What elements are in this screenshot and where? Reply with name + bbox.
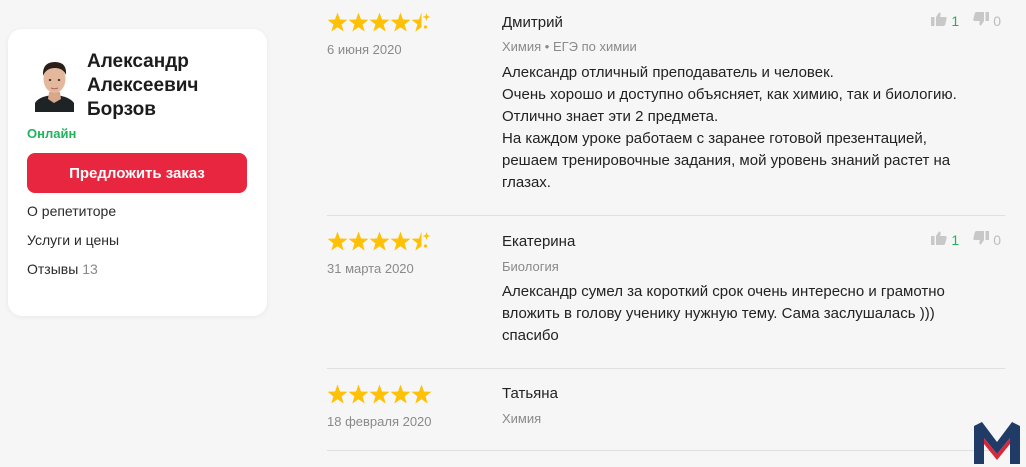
star-icon (369, 384, 390, 404)
star-icon (327, 384, 348, 404)
avatar[interactable] (31, 56, 78, 112)
menu-services[interactable]: Услуги и цены (27, 232, 119, 248)
sparkle-dot (423, 25, 428, 29)
review-date: 18 февраля 2020 (327, 414, 432, 429)
review-text-line: Александр сумел за короткий срок очень и… (502, 283, 945, 300)
star-icon (411, 384, 432, 404)
star-icon (390, 12, 411, 32)
menu-reviews[interactable]: Отзывы 13 (27, 261, 98, 277)
tutor-name: Александр Алексеевич Борзов (87, 50, 257, 122)
review-subject: Химия • ЕГЭ по химии (502, 39, 637, 54)
dislike-count: 0 (993, 231, 1001, 248)
review-subject: Химия (502, 411, 542, 426)
tutor-last-name: Борзов (87, 99, 156, 120)
review-author: Дмитрий (502, 14, 563, 31)
thumbs-up-icon (931, 231, 948, 248)
offer-order-button[interactable]: Предложить заказ (27, 153, 247, 193)
rating-stars (327, 231, 447, 253)
dislike-button[interactable]: 0 (973, 12, 1001, 29)
rating-stars (327, 12, 447, 34)
rating-stars (327, 384, 447, 406)
review-text-line: решаем тренировочные задания, мой уровен… (502, 152, 951, 169)
menu-about[interactable]: О репетиторе (27, 203, 116, 219)
star-icon (327, 231, 348, 251)
review-votes: 1 0 (931, 231, 1001, 248)
review-text-line: На каждом уроке работаем с заранее готов… (502, 130, 927, 147)
m-logo-icon (972, 420, 1022, 464)
thumbs-down-icon (973, 12, 990, 29)
star-icon (369, 231, 390, 251)
tutor-patronymic: Алексеевич (87, 75, 199, 96)
review-text-line: спасибо (502, 327, 559, 344)
star-icon (348, 12, 369, 32)
star-icon (348, 231, 369, 251)
star-icon (390, 231, 411, 251)
review-item: 18 февраля 2020 Татьяна Химия (327, 369, 1005, 451)
online-status: Онлайн (27, 126, 77, 141)
sparkle-dot (423, 244, 428, 248)
like-count: 1 (951, 231, 960, 248)
tutor-card: Александр Алексеевич Борзов Онлайн Предл… (8, 29, 267, 316)
review-text: Александр отличный преподаватель и челов… (502, 62, 992, 194)
sparkle-icon (422, 232, 431, 240)
review-text-line: Александр отличный преподаватель и челов… (502, 64, 834, 81)
review-item: 6 июня 2020 Дмитрий Химия • ЕГЭ по химии… (327, 12, 1005, 216)
star-icon (369, 12, 390, 32)
star-icon (348, 384, 369, 404)
like-count: 1 (951, 12, 960, 29)
dislike-button[interactable]: 0 (973, 231, 1001, 248)
review-author: Татьяна (502, 385, 558, 402)
tutor-first-name: Александр (87, 51, 189, 72)
thumbs-down-icon (973, 231, 990, 248)
star-icon (411, 231, 422, 251)
review-author: Екатерина (502, 233, 576, 250)
review-text-line: глазах. (502, 174, 551, 191)
sparkle-icon (422, 13, 431, 21)
review-item: 31 марта 2020 Екатерина Биология Алексан… (327, 216, 1005, 369)
thumbs-up-icon (931, 12, 948, 29)
review-subject: Биология (502, 259, 559, 274)
review-date: 31 марта 2020 (327, 261, 414, 276)
review-text-line: вложить в голову ученику нужную тему. Са… (502, 305, 935, 322)
like-button[interactable]: 1 (931, 231, 959, 248)
review-votes: 1 0 (931, 12, 1001, 29)
review-text: Александр сумел за короткий срок очень и… (502, 281, 992, 347)
review-text-line: Очень хорошо и доступно объясняет, как х… (502, 86, 957, 103)
dislike-count: 0 (993, 12, 1001, 29)
star-icon (411, 12, 422, 32)
star-icon (390, 384, 411, 404)
like-button[interactable]: 1 (931, 12, 959, 29)
review-text-line: Отлично знает эти 2 предмета. (502, 108, 719, 125)
star-icon (327, 12, 348, 32)
review-date: 6 июня 2020 (327, 42, 402, 57)
menu-reviews-label: Отзывы (27, 261, 79, 277)
reviews-count: 13 (82, 261, 98, 277)
